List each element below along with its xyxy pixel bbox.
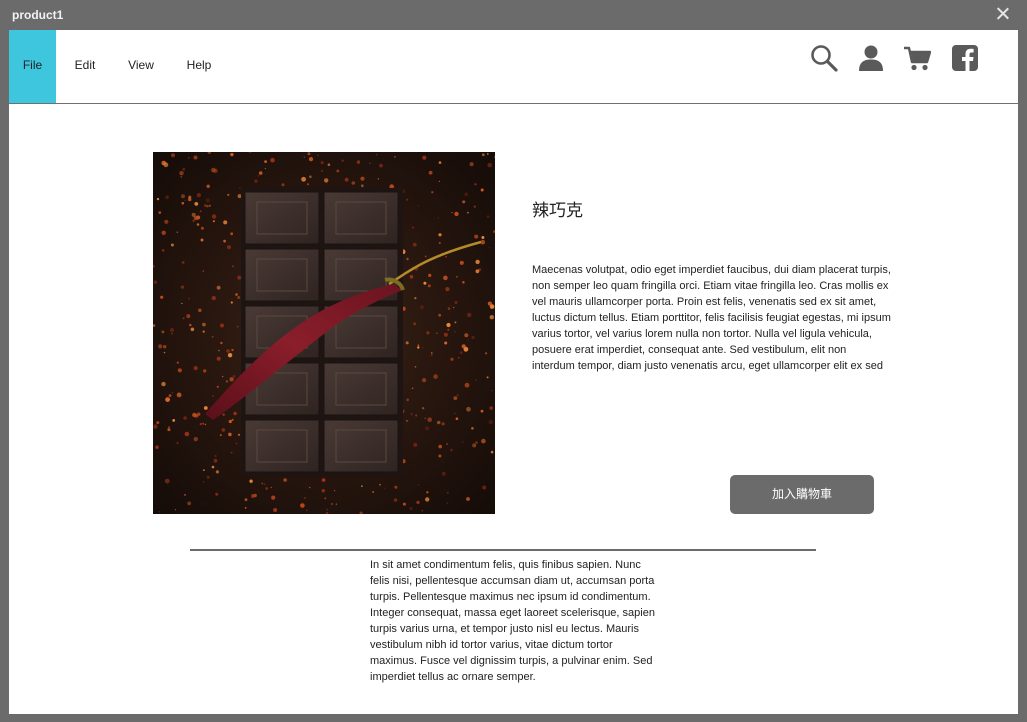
title-bar[interactable]: product1 — [0, 0, 1027, 30]
product-image — [153, 152, 495, 514]
menu-help[interactable]: Help — [179, 30, 219, 103]
product-description: Maecenas volutpat, odio eget imperdiet f… — [532, 264, 891, 372]
product-title: 辣巧克 — [532, 201, 583, 221]
menu-bar: File Edit View Help — [9, 30, 1018, 104]
facebook-icon[interactable] — [951, 44, 979, 72]
client-area: File Edit View Help 辣巧克 Maecenas volutpa… — [9, 30, 1018, 714]
section-divider — [190, 549, 816, 551]
search-icon[interactable] — [810, 44, 838, 72]
cart-icon[interactable] — [903, 44, 931, 72]
app-window: product1 File Edit View Help 辣巧克 Maecena… — [0, 0, 1027, 722]
add-to-cart-button[interactable]: 加入購物車 — [730, 475, 874, 514]
window-title: product1 — [12, 8, 64, 22]
close-icon[interactable] — [995, 6, 1011, 22]
user-icon[interactable] — [857, 44, 885, 72]
product-details: In sit amet condimentum felis, quis fini… — [370, 559, 655, 683]
menu-file[interactable]: File — [9, 30, 56, 103]
menu-view[interactable]: View — [121, 30, 161, 103]
menu-edit[interactable]: Edit — [65, 30, 105, 103]
